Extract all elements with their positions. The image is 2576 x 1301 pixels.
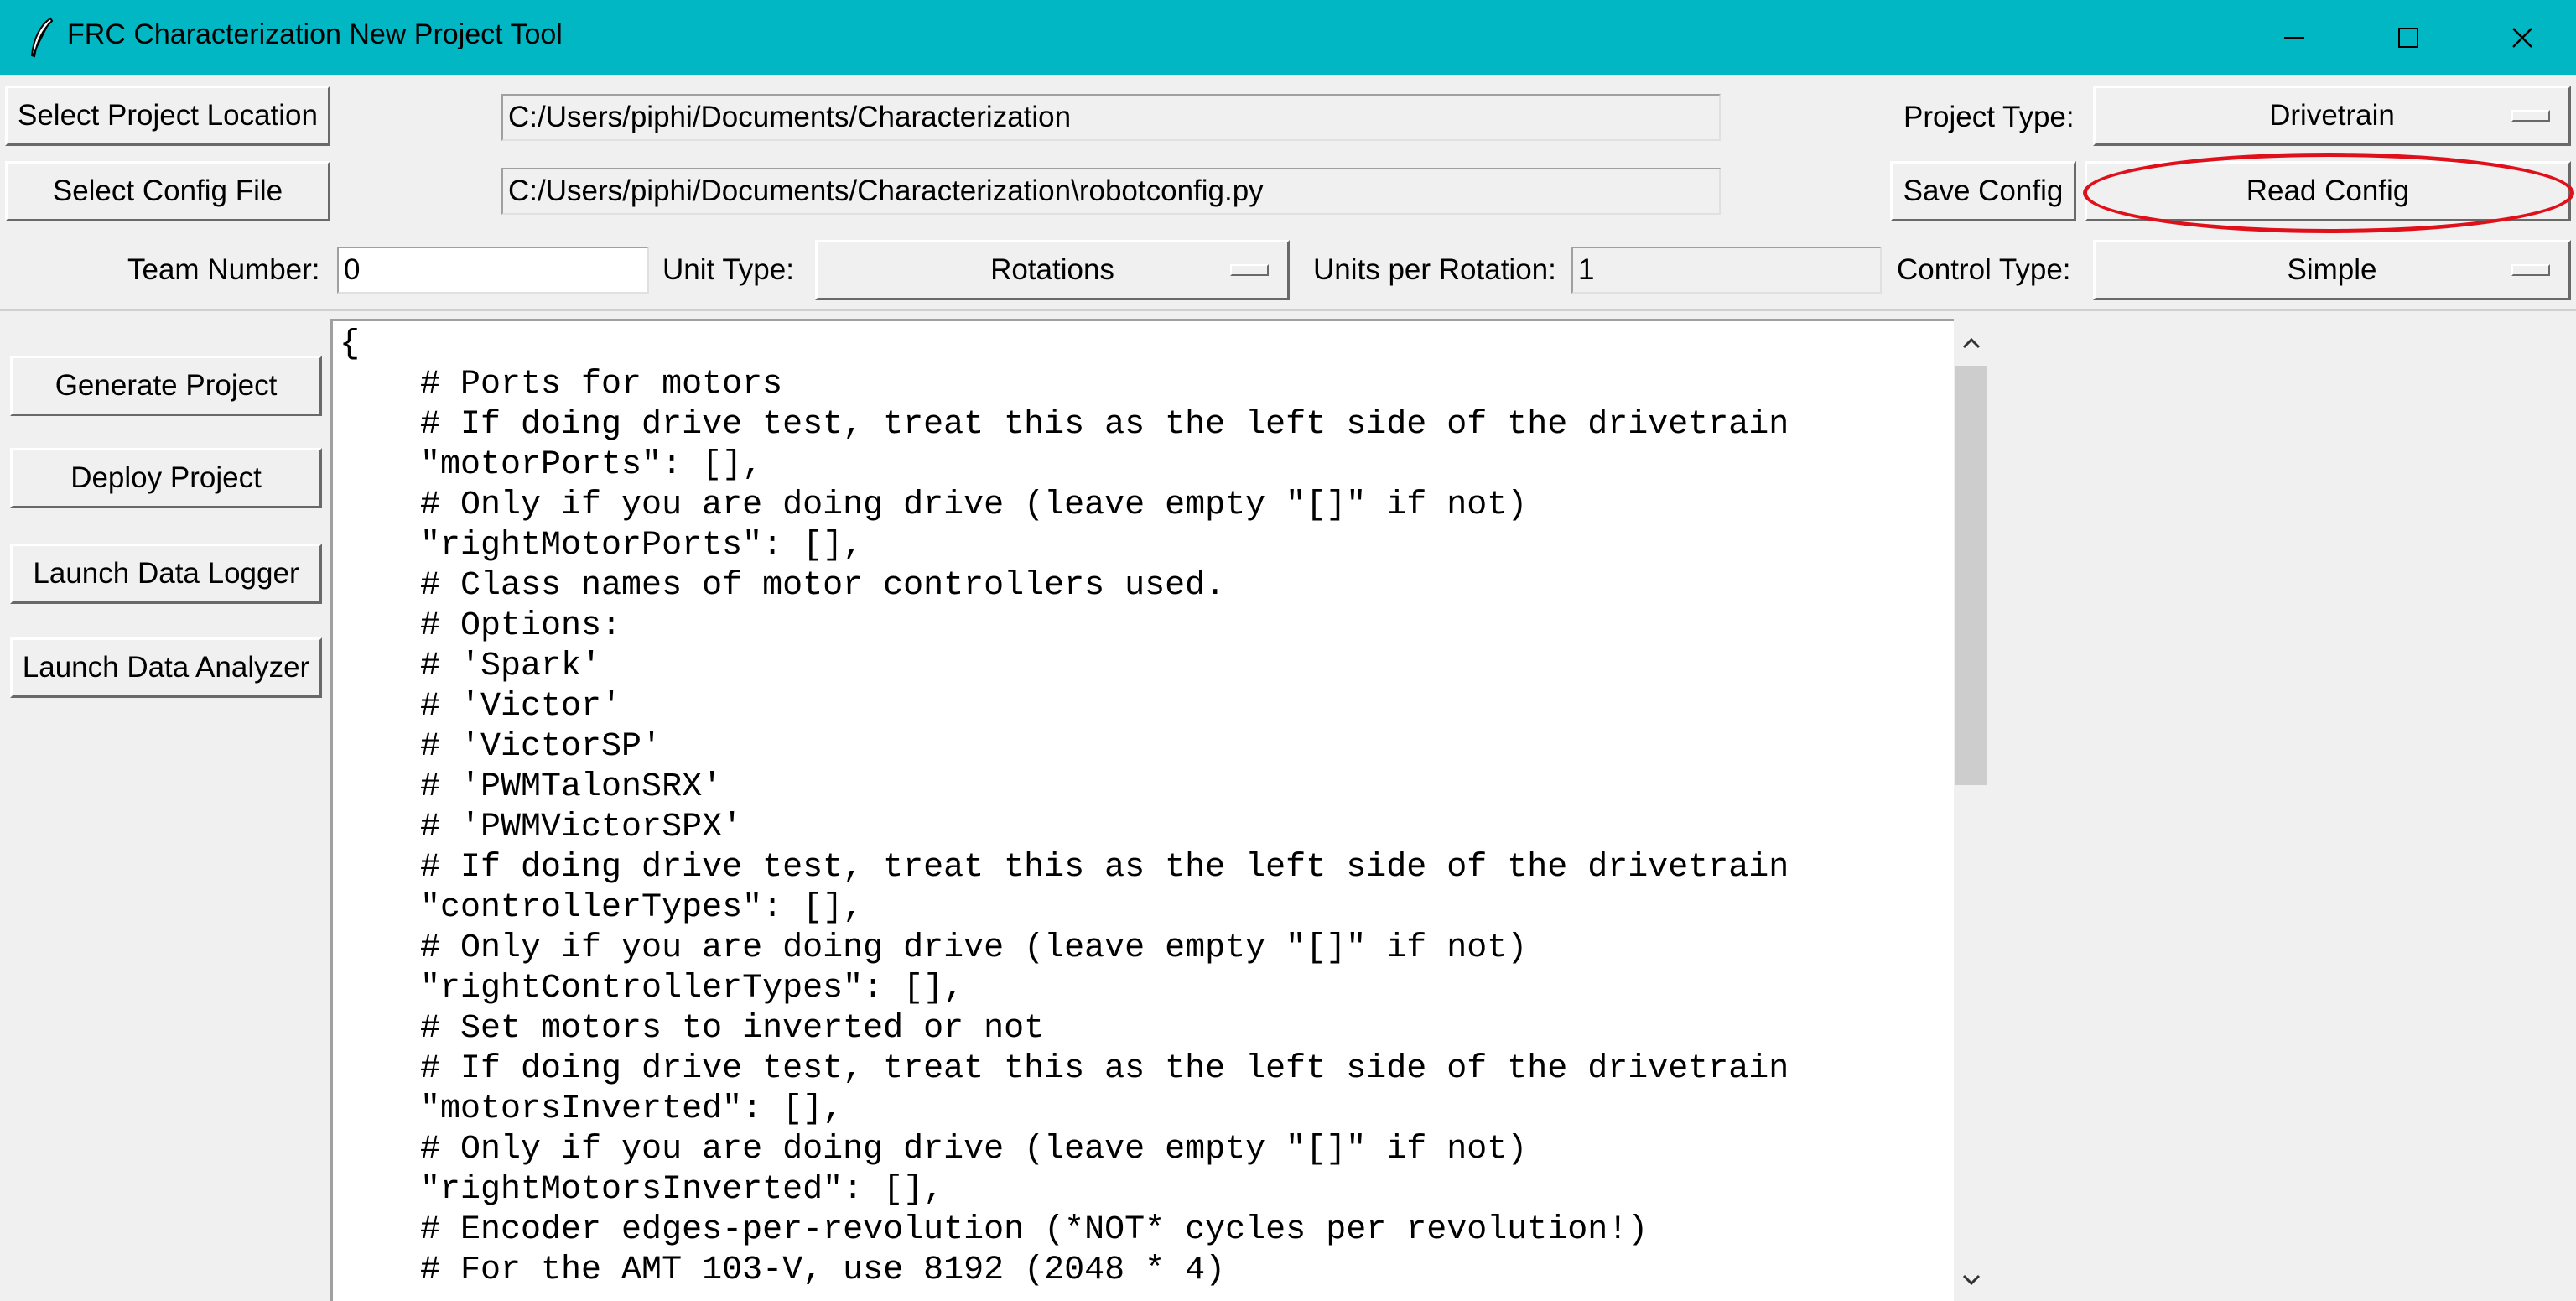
units-per-rotation-field[interactable]: 1 — [1571, 247, 1882, 294]
project-type-value: Drivetrain — [2269, 99, 2395, 132]
generate-project-button[interactable]: Generate Project — [10, 356, 322, 416]
team-number-input[interactable]: 0 — [337, 247, 649, 294]
save-config-button[interactable]: Save Config — [1890, 161, 2076, 221]
project-type-label: Project Type: — [1903, 101, 2075, 133]
units-per-rotation-label: Units per Rotation: — [1313, 253, 1556, 286]
project-location-field[interactable]: C:/Users/piphi/Documents/Characterizatio… — [501, 94, 1721, 141]
control-type-value: Simple — [2287, 253, 2377, 286]
scrollbar-thumb[interactable] — [1955, 366, 1987, 785]
divider — [0, 309, 2576, 311]
config-text: { # Ports for motors # If doing drive te… — [340, 325, 1789, 1289]
unit-type-label: Unit Type: — [662, 253, 794, 286]
select-project-location-button[interactable]: Select Project Location — [5, 86, 330, 146]
deploy-project-button[interactable]: Deploy Project — [10, 448, 322, 508]
control-type-label: Control Type: — [1897, 253, 2071, 286]
maximize-button[interactable] — [2351, 0, 2465, 75]
unit-type-dropdown[interactable]: Rotations — [815, 240, 1290, 300]
control-type-dropdown[interactable]: Simple — [2093, 240, 2571, 300]
team-number-label: Team Number: — [127, 253, 320, 286]
config-file-field[interactable]: C:/Users/piphi/Documents/Characterizatio… — [501, 168, 1721, 215]
read-config-button[interactable]: Read Config — [2085, 161, 2571, 221]
launch-data-analyzer-button[interactable]: Launch Data Analyzer — [10, 637, 322, 698]
chevron-up-icon[interactable] — [1954, 325, 1989, 361]
config-text-editor[interactable]: { # Ports for motors # If doing drive te… — [330, 319, 1954, 1301]
dropdown-indicator-icon — [1230, 264, 1269, 276]
chevron-down-icon[interactable] — [1954, 1262, 1989, 1298]
close-icon — [2512, 28, 2532, 48]
maximize-icon — [2398, 28, 2418, 48]
dropdown-indicator-icon — [2511, 264, 2550, 276]
minimize-icon — [2284, 37, 2304, 39]
vertical-scrollbar[interactable] — [1954, 319, 1989, 1301]
select-config-file-button[interactable]: Select Config File — [5, 161, 330, 221]
dropdown-indicator-icon — [2511, 110, 2550, 122]
unit-type-value: Rotations — [990, 253, 1114, 286]
title-bar: FRC Characterization New Project Tool — [0, 0, 2576, 75]
feather-icon — [30, 17, 54, 58]
launch-data-logger-button[interactable]: Launch Data Logger — [10, 544, 322, 604]
minimize-button[interactable] — [2237, 0, 2351, 75]
close-button[interactable] — [2465, 0, 2576, 75]
project-type-dropdown[interactable]: Drivetrain — [2093, 86, 2571, 146]
window-title: FRC Characterization New Project Tool — [67, 18, 563, 50]
